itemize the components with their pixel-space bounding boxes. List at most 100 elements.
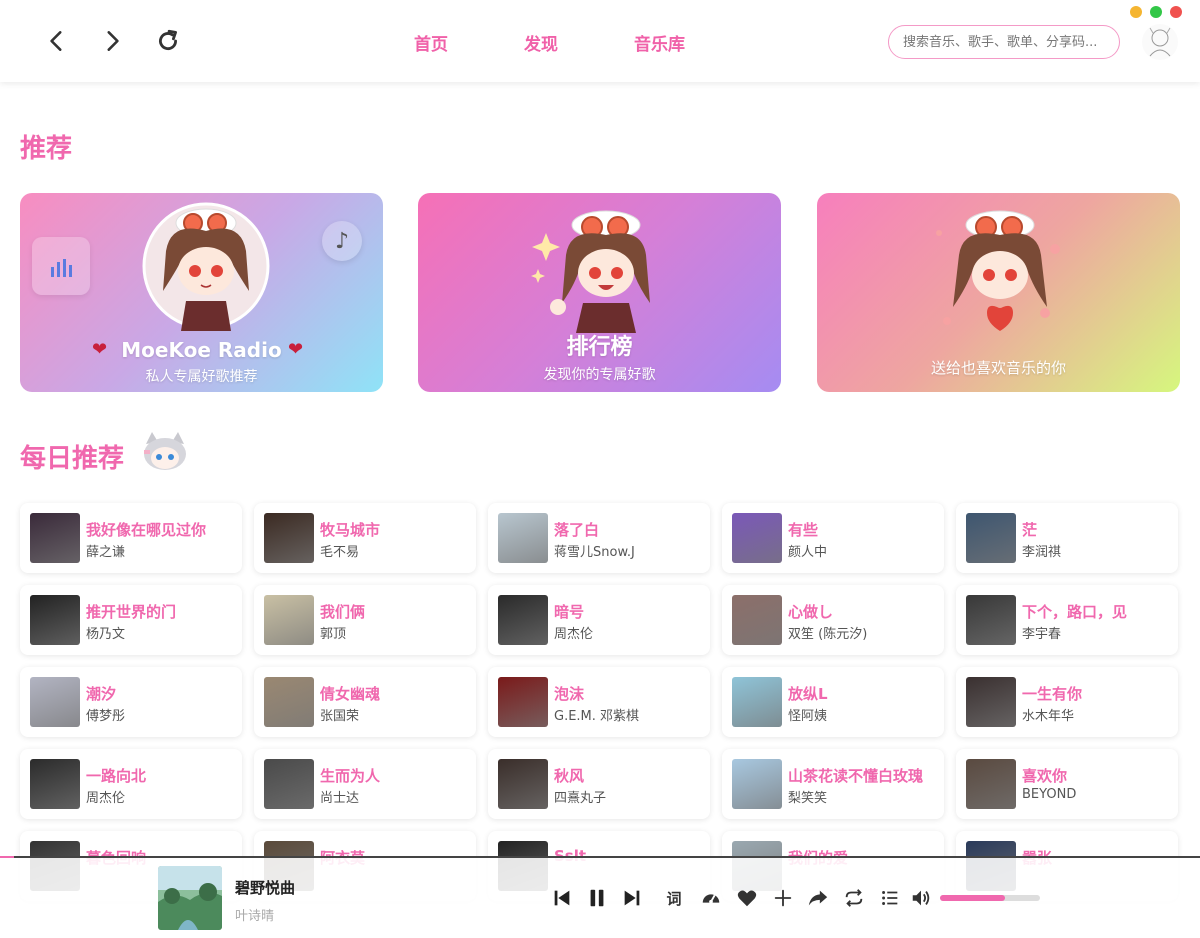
speedometer-icon	[702, 894, 720, 904]
song-card[interactable]: 推开世界的门 杨乃文	[20, 585, 242, 655]
banner-subtitle: 发现你的专属好歌	[543, 367, 656, 383]
song-cover	[732, 677, 782, 727]
lyrics-button[interactable]: 词	[661, 885, 687, 911]
avatar[interactable]	[1142, 24, 1178, 60]
song-card[interactable]: 心做し 双笙 (陈元汐)	[722, 585, 944, 655]
song-card[interactable]: 茫李润祺	[956, 503, 1178, 573]
equalizer-tile	[32, 237, 90, 295]
song-cover	[966, 513, 1016, 563]
next-button[interactable]	[619, 885, 645, 911]
recommend-heading: 推荐	[20, 134, 73, 164]
song-artist: 颜人中	[788, 545, 828, 560]
close-dot[interactable]	[1170, 6, 1182, 18]
ranking-banner[interactable]: 排行榜 发现你的专属好歌	[418, 193, 781, 392]
song-artist: 周杰伦	[86, 791, 126, 806]
song-artist: 双笙 (陈元汐)	[788, 627, 868, 642]
song-cover	[30, 513, 80, 563]
refresh-icon	[159, 29, 177, 51]
list-icon	[882, 891, 898, 905]
cat-girl-icon	[144, 432, 186, 470]
song-cover	[264, 677, 314, 727]
song-card[interactable]: 喜欢你 BEYOND	[956, 749, 1178, 819]
forward-button[interactable]	[95, 24, 129, 58]
song-card[interactable]: 一生有你 水木年华	[956, 667, 1178, 737]
speed-button[interactable]	[698, 885, 724, 911]
maximize-dot[interactable]	[1150, 6, 1162, 18]
song-card[interactable]: 山茶花读不懂白玫瑰 梨笑笑	[722, 749, 944, 819]
song-title: 我好像在哪见过你	[86, 521, 207, 539]
song-card[interactable]: 我好像在哪见过你 薛之谦	[20, 503, 242, 573]
song-artist: 水木年华	[1022, 709, 1075, 724]
nav-discover[interactable]: 发现	[524, 30, 558, 55]
top-bar: 首页 发现 音乐库	[0, 0, 1200, 82]
song-cover	[30, 595, 80, 645]
daily-heading: 每日推荐	[20, 444, 125, 474]
song-card[interactable]: 放纵L 怪阿姨	[722, 667, 944, 737]
nav-home[interactable]: 首页	[414, 30, 448, 55]
song-artist: 李润祺	[1022, 545, 1062, 560]
song-card[interactable]: 潮汐 傅梦彤	[20, 667, 242, 737]
song-title: 潮汐	[86, 685, 117, 703]
refresh-button[interactable]	[151, 24, 185, 58]
song-card[interactable]: 一路向北 周杰伦	[20, 749, 242, 819]
chibi-portrait-icon	[142, 202, 270, 331]
song-card[interactable]: 倩女幽魂 张国荣	[254, 667, 476, 737]
song-artist: G.E.M. 邓紫棋	[554, 709, 640, 724]
previous-button[interactable]	[549, 885, 575, 911]
pause-button[interactable]	[584, 885, 610, 911]
nav-library[interactable]: 音乐库	[634, 30, 685, 55]
search-input[interactable]	[889, 26, 1119, 58]
share-button[interactable]	[805, 885, 831, 911]
music-note-icon: ♪	[322, 221, 362, 261]
radio-banner[interactable]: ♪ ❤ ❤ MoeKoe Radio 私人专属好歌推荐	[20, 193, 383, 392]
minimize-dot[interactable]	[1130, 6, 1142, 18]
song-artist: 张国荣	[320, 709, 360, 724]
pause-icon	[590, 889, 604, 907]
share-icon	[808, 890, 828, 906]
volume-slider[interactable]	[940, 895, 1040, 901]
song-card[interactable]: 生而为人 尚士达	[254, 749, 476, 819]
song-card[interactable]: 落了白 蒋雪儿Snow.J	[488, 503, 710, 573]
song-card[interactable]: 秋风 四熹丸子	[488, 749, 710, 819]
favorite-button[interactable]	[734, 885, 760, 911]
equalizer-icon	[51, 259, 72, 277]
song-title: 秋风	[554, 767, 585, 785]
volume-button[interactable]	[908, 885, 934, 911]
song-card[interactable]: 牧马城市 毛不易	[254, 503, 476, 573]
add-button[interactable]	[770, 885, 796, 911]
song-title: 下个，路口，见	[1022, 603, 1128, 621]
song-title: 一生有你	[1022, 685, 1083, 703]
song-card[interactable]: 暗号 周杰伦	[488, 585, 710, 655]
song-cover	[732, 513, 782, 563]
song-card[interactable]: 有些 颜人中	[722, 503, 944, 573]
now-playing-cover[interactable]	[158, 866, 222, 930]
song-artist: 蒋雪儿Snow.J	[554, 545, 635, 560]
gift-banner[interactable]: 送给也喜欢音乐的你	[817, 193, 1180, 392]
song-cover	[732, 595, 782, 645]
chibi-thumbsup-icon	[531, 210, 650, 333]
song-card[interactable]: 下个，路口，见 李宇春	[956, 585, 1178, 655]
song-title: 茫	[1022, 521, 1038, 539]
heart-icon	[737, 890, 757, 907]
song-cover	[498, 759, 548, 809]
song-artist: BEYOND	[1022, 787, 1077, 802]
playlist-button[interactable]	[877, 885, 903, 911]
song-title: 山茶花读不懂白玫瑰	[788, 767, 924, 785]
song-cover	[966, 759, 1016, 809]
song-title: 倩女幽魂	[320, 685, 381, 703]
repeat-button[interactable]	[841, 885, 867, 911]
song-title: 泡沫	[554, 685, 585, 703]
back-button[interactable]	[40, 24, 74, 58]
song-cover	[966, 677, 1016, 727]
now-playing-artist[interactable]: 叶诗晴	[235, 905, 274, 924]
song-title: 暗号	[554, 603, 585, 621]
song-artist: 郭顶	[320, 627, 347, 642]
song-artist: 怪阿姨	[788, 709, 828, 724]
song-cover	[264, 595, 314, 645]
song-card[interactable]: 我们俩 郭顶	[254, 585, 476, 655]
song-card[interactable]: 泡沫 G.E.M. 邓紫棋	[488, 667, 710, 737]
song-artist: 尚士达	[320, 791, 360, 806]
song-artist: 李宇春	[1022, 627, 1062, 642]
song-title: 有些	[788, 521, 819, 539]
player-bar: 碧野悦曲 叶诗晴 词	[0, 858, 1200, 938]
